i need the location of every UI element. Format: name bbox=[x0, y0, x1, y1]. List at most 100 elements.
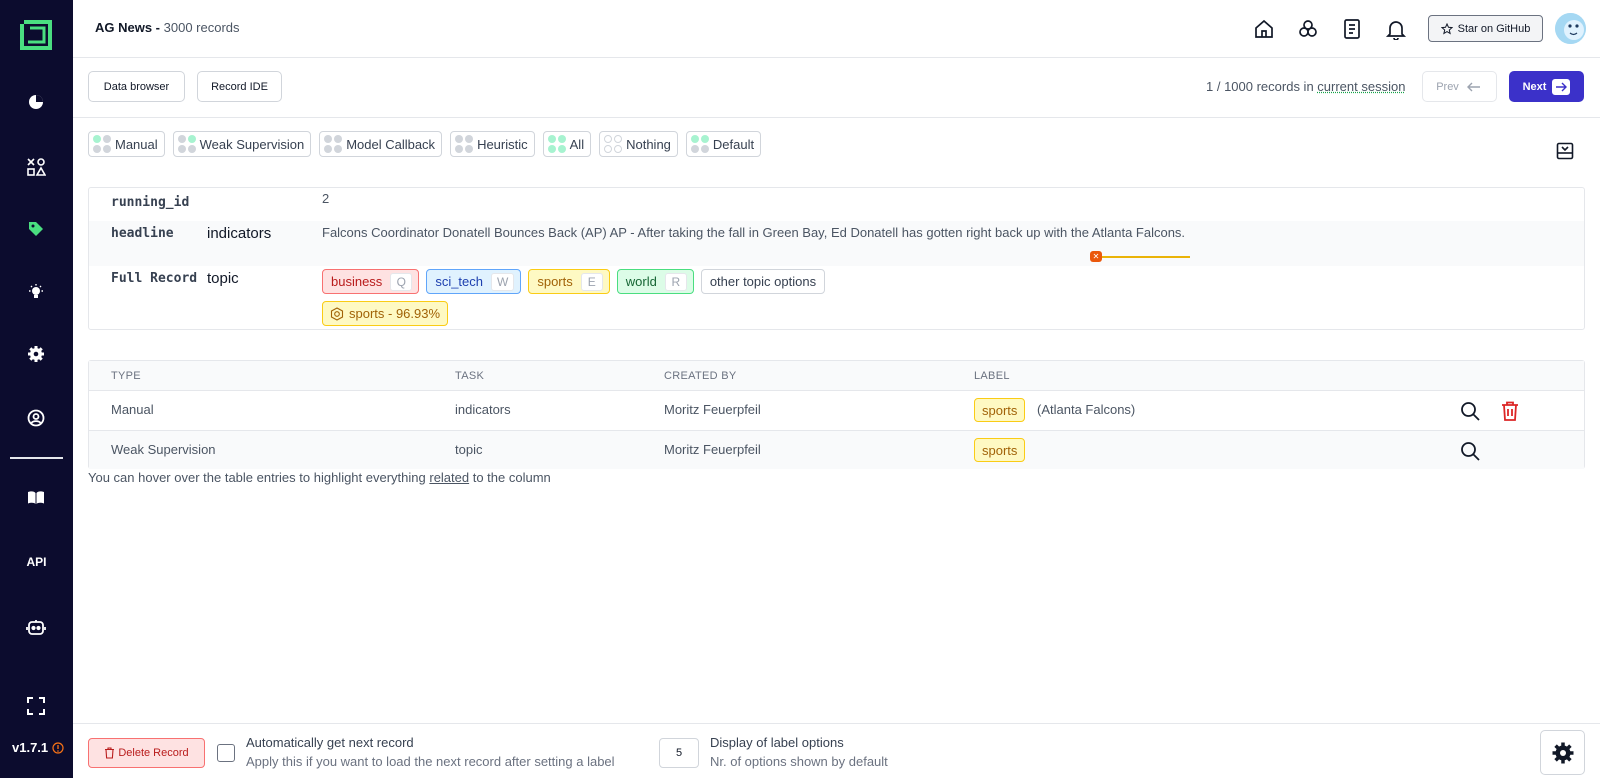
fullscreen-icon[interactable] bbox=[26, 696, 46, 716]
label-option-sports[interactable]: sports E bbox=[528, 269, 610, 294]
info-icon[interactable] bbox=[52, 741, 64, 754]
source-dots-icon bbox=[177, 135, 196, 153]
settings-button[interactable] bbox=[1540, 730, 1585, 775]
cell-task: indicators bbox=[455, 402, 511, 417]
gear-icon bbox=[1552, 742, 1573, 763]
avatar[interactable] bbox=[1555, 13, 1586, 44]
remove-span-icon[interactable]: ✕ bbox=[1090, 251, 1102, 262]
filter-chip-heuristic[interactable]: Heuristic bbox=[450, 131, 535, 157]
hint-text-start: You can hover over the table entries to … bbox=[88, 470, 430, 485]
cell-type: Weak Supervision bbox=[111, 442, 216, 457]
github-star-button[interactable]: Star on GitHub bbox=[1428, 15, 1543, 42]
cell-type: Manual bbox=[111, 402, 154, 417]
star-icon bbox=[1440, 22, 1453, 35]
settings-icon[interactable] bbox=[26, 344, 46, 364]
record-ide-button[interactable]: Record IDE bbox=[197, 71, 282, 102]
auto-next-title: Automatically get next record bbox=[246, 735, 414, 750]
github-star-label: Star on GitHub bbox=[1457, 22, 1531, 35]
search-icon[interactable] bbox=[1459, 400, 1481, 422]
collapse-icon[interactable] bbox=[1556, 142, 1574, 160]
docs-icon[interactable] bbox=[26, 488, 46, 508]
prediction-badge[interactable]: sports - 96.93% bbox=[322, 301, 449, 326]
sidebar: API v1.7.1 bbox=[0, 0, 73, 778]
delete-record-button[interactable]: Delete Record bbox=[88, 738, 205, 768]
source-dots-icon bbox=[455, 135, 474, 153]
header-task: TASK bbox=[455, 370, 485, 382]
project-title: AG News - 3000 records bbox=[95, 20, 240, 35]
source-dots-icon bbox=[690, 135, 709, 153]
source-dots-icon bbox=[93, 135, 111, 153]
other-options-button[interactable]: other topic options bbox=[700, 269, 826, 294]
record-panel: running_id 2 headline indicators Falcons… bbox=[88, 187, 1585, 330]
prev-button[interactable]: Prev bbox=[1422, 71, 1497, 102]
arrow-right-icon bbox=[1552, 78, 1571, 95]
filter-chip-all[interactable]: All bbox=[542, 131, 592, 157]
labeling-icon[interactable] bbox=[26, 219, 46, 239]
next-label: Next bbox=[1522, 80, 1547, 93]
current-session-link[interactable]: current session bbox=[1317, 79, 1405, 94]
source-dots-icon bbox=[604, 135, 623, 153]
hotkey-badge: E bbox=[580, 272, 603, 291]
hint-related-link[interactable]: related bbox=[429, 470, 469, 485]
filter-chip-model-callback[interactable]: Model Callback bbox=[319, 131, 443, 157]
table-hint: You can hover over the table entries to … bbox=[88, 470, 551, 485]
top-header: AG News - 3000 records Star on GitHub bbox=[73, 0, 1600, 58]
trash-icon[interactable] bbox=[1499, 400, 1521, 422]
search-icon[interactable] bbox=[1459, 440, 1481, 462]
shapes-icon[interactable] bbox=[26, 157, 46, 177]
label-option-business[interactable]: business Q bbox=[322, 269, 420, 294]
label-option-world[interactable]: world R bbox=[616, 269, 694, 294]
bell-icon[interactable] bbox=[1385, 18, 1407, 40]
label-table: TYPE TASK CREATED BY LABEL Manual indica… bbox=[88, 360, 1585, 469]
label-options-count-input[interactable] bbox=[659, 738, 699, 768]
label-options: business Q sci_tech Wsports Eworld Rother top… bbox=[322, 269, 826, 294]
version-text: v1.7.1 bbox=[12, 740, 49, 755]
cell-label-span: (Atlanta Falcons) bbox=[1037, 402, 1136, 417]
overview-icon[interactable] bbox=[26, 92, 46, 112]
hotkey-badge: Q bbox=[390, 272, 413, 291]
bot-icon[interactable] bbox=[26, 618, 46, 638]
trash-icon bbox=[105, 747, 115, 759]
version-label: v1.7.1 bbox=[12, 740, 64, 755]
hotkey-badge: R bbox=[664, 272, 687, 291]
filter-chip-manual[interactable]: Manual bbox=[88, 131, 165, 157]
table-row[interactable]: Weak Supervision topic Moritz Feuerpfeil… bbox=[89, 430, 1584, 469]
auto-next-checkbox[interactable] bbox=[217, 744, 235, 762]
span-highlight bbox=[1096, 256, 1190, 258]
filter-chip-label: All bbox=[569, 136, 585, 152]
api-link[interactable]: API bbox=[0, 555, 73, 569]
cluster-icon[interactable] bbox=[1297, 18, 1319, 40]
filter-chip-label: Heuristic bbox=[477, 136, 528, 152]
project-name: AG News - bbox=[95, 20, 164, 35]
headline-text[interactable]: Falcons Coordinator Donatell Bounces Bac… bbox=[322, 225, 1185, 240]
filter-chip-weak-supervision[interactable]: Weak Supervision bbox=[172, 131, 312, 157]
model-icon bbox=[330, 306, 344, 321]
session-info: 1 / 1000 records in current session bbox=[1206, 79, 1405, 94]
hotkey-badge: W bbox=[491, 272, 515, 291]
source-dots-icon bbox=[324, 135, 343, 153]
logo-icon[interactable] bbox=[20, 20, 52, 50]
cell-label-badge: sports bbox=[974, 438, 1026, 462]
label-option-sci-tech[interactable]: sci_tech W bbox=[426, 269, 522, 294]
running-id-attribute: running_id bbox=[111, 195, 190, 210]
full-record-attribute: Full Record bbox=[111, 271, 198, 286]
headline-attribute: headline bbox=[111, 226, 174, 241]
auto-next-description: Apply this if you want to load the next … bbox=[246, 754, 615, 769]
account-icon[interactable] bbox=[26, 408, 46, 428]
document-icon[interactable] bbox=[1341, 18, 1363, 40]
data-browser-button[interactable]: Data browser bbox=[88, 71, 185, 102]
filter-chip-label: Default bbox=[712, 136, 755, 152]
sidebar-divider bbox=[10, 457, 63, 459]
heuristics-icon[interactable] bbox=[26, 282, 46, 302]
label-option-name: sci_tech bbox=[435, 274, 484, 289]
filter-chip-nothing[interactable]: Nothing bbox=[599, 131, 678, 157]
filter-chip-default[interactable]: Default bbox=[685, 131, 762, 157]
record-count: 3000 records bbox=[163, 20, 240, 35]
record-toolbar: Data browser Record IDE 1 / 1000 records… bbox=[73, 58, 1600, 118]
table-row[interactable]: Manual indicators Moritz Feuerpfeil spor… bbox=[89, 391, 1584, 430]
bottom-bar: Delete Record Automatically get next rec… bbox=[73, 723, 1600, 778]
arrow-left-icon bbox=[1465, 79, 1483, 95]
cell-label-badge: sports bbox=[974, 398, 1026, 422]
next-button[interactable]: Next bbox=[1509, 71, 1584, 102]
home-icon[interactable] bbox=[1253, 18, 1275, 40]
